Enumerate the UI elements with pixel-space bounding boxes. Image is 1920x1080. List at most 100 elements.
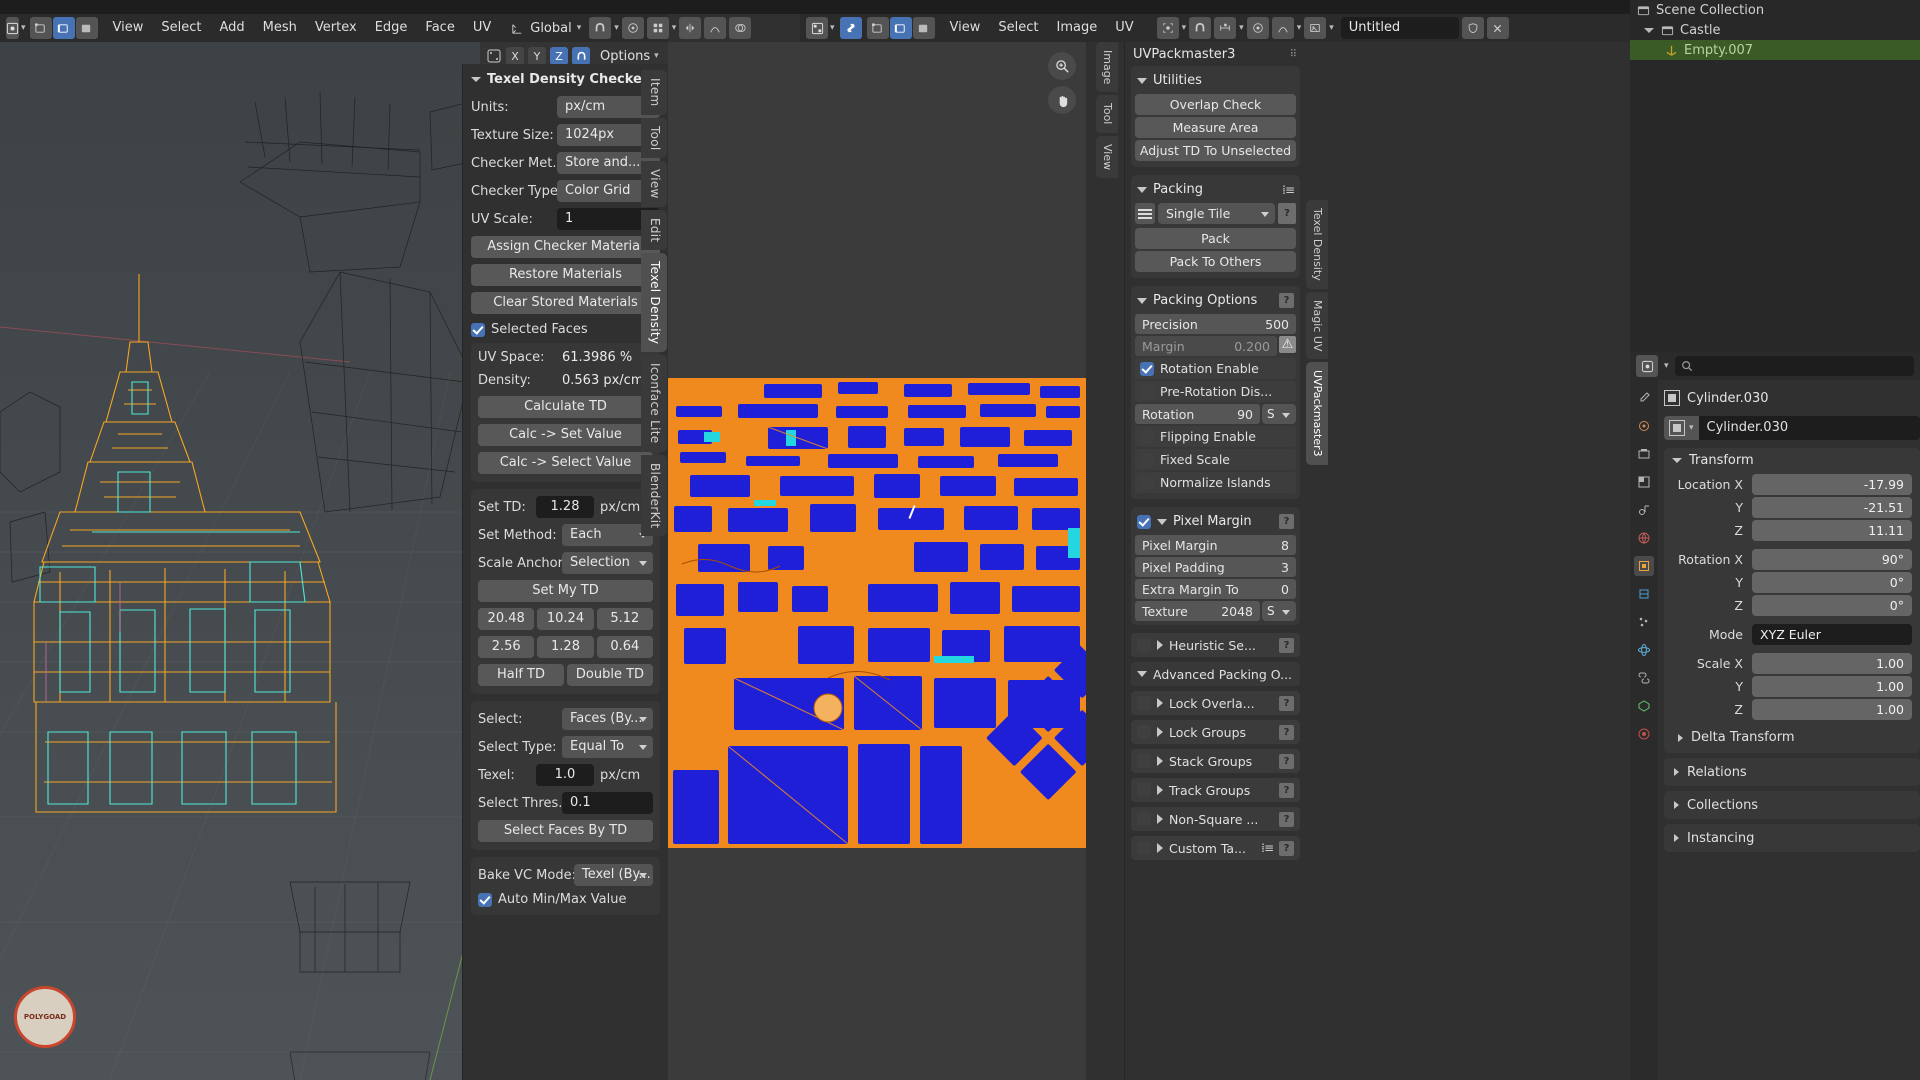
pack-button[interactable]: Pack bbox=[1135, 228, 1296, 249]
track-groups-row[interactable]: Track Groups ? bbox=[1131, 778, 1300, 802]
chevron-right-icon[interactable] bbox=[1674, 834, 1679, 842]
viewport-header[interactable]: ▾ View Select Add Mesh Vertex Edge Face … bbox=[0, 14, 752, 42]
fixed-scale-checkbox[interactable] bbox=[1140, 452, 1154, 467]
sidebar-tab-texel-density[interactable]: Texel Density bbox=[641, 253, 667, 353]
tab-render[interactable] bbox=[1634, 416, 1654, 436]
scale-y-value[interactable]: 1.00 bbox=[1752, 676, 1912, 697]
triangle-right-icon[interactable] bbox=[1157, 698, 1163, 708]
td-preset-256[interactable]: 2.56 bbox=[478, 636, 535, 658]
uv-editor-type-chevron-icon[interactable]: ▾ bbox=[830, 23, 835, 33]
flipping-enable-row[interactable]: Flipping Enable bbox=[1135, 426, 1296, 447]
uv-rail-tab-tool[interactable]: Tool bbox=[1096, 95, 1118, 133]
uv-rail[interactable]: Image Tool View bbox=[1086, 42, 1124, 1080]
packing-options-header[interactable]: Packing Options ? bbox=[1135, 290, 1296, 314]
precision-row[interactable]: Precision 500 bbox=[1135, 314, 1296, 334]
collections-panel[interactable]: Collections bbox=[1664, 791, 1920, 819]
help-icon[interactable]: ? bbox=[1279, 724, 1294, 740]
object-name-value[interactable]: Cylinder.030 bbox=[1698, 416, 1920, 440]
menu-add[interactable]: Add bbox=[211, 17, 254, 39]
proportional-edit-icon[interactable] bbox=[621, 17, 644, 39]
pre-rotation-checkbox[interactable] bbox=[1140, 384, 1154, 399]
lock-overlapping-row[interactable]: Lock Overla... ? bbox=[1131, 691, 1300, 715]
properties-tab-column[interactable] bbox=[1630, 380, 1658, 1080]
unlink-x-icon[interactable] bbox=[1486, 17, 1509, 39]
uv-pivot-point-icon[interactable] bbox=[1156, 17, 1179, 39]
snap-target-chevron-icon[interactable]: ▾ bbox=[1239, 23, 1244, 33]
properties-body[interactable]: Cylinder.030 ▾ Cylinder.030 Transform Lo… bbox=[1658, 380, 1920, 1080]
grid-snap-icon[interactable] bbox=[646, 17, 669, 39]
pixel-margin-value-row[interactable]: Pixel Margin 8 bbox=[1135, 535, 1296, 555]
uv-falloff-curve-icon[interactable] bbox=[1271, 17, 1294, 39]
overlays-icon[interactable] bbox=[729, 17, 752, 39]
delta-transform-row[interactable]: Delta Transform bbox=[1672, 730, 1912, 745]
triangle-down-icon[interactable] bbox=[1137, 671, 1147, 677]
properties-editor[interactable]: ▾ Cylinder.030 ▾ Cylinder.030 Transform … bbox=[1630, 352, 1920, 1080]
edge-select-icon[interactable] bbox=[52, 17, 75, 39]
outliner-row-castle[interactable]: Castle bbox=[1630, 20, 1920, 40]
calculate-td-button[interactable]: Calculate TD bbox=[478, 396, 653, 418]
tab-physics[interactable] bbox=[1634, 640, 1654, 660]
scale-z-row[interactable]: Z 1.00 bbox=[1672, 699, 1912, 720]
clear-stored-materials-button[interactable]: Clear Stored Materials bbox=[471, 292, 660, 314]
extra-margin-to-row[interactable]: Extra Margin To 0 bbox=[1135, 579, 1296, 599]
uv-select-mode-group[interactable] bbox=[866, 17, 935, 39]
chevron-right-icon[interactable] bbox=[1678, 733, 1683, 742]
falloff-chevron-icon[interactable]: ▾ bbox=[1297, 23, 1302, 33]
menu-mesh[interactable]: Mesh bbox=[254, 17, 306, 39]
vertex-select-icon[interactable] bbox=[29, 17, 52, 39]
pre-rotation-row[interactable]: Pre-Rotation Dis... bbox=[1135, 381, 1296, 402]
upm-rail[interactable]: Texel Density Magic UV UVPackmaster3 bbox=[1306, 200, 1328, 468]
location-y-value[interactable]: -21.51 bbox=[1752, 497, 1912, 518]
tab-tool[interactable] bbox=[1634, 388, 1654, 408]
image-browse-chevron-icon[interactable]: ▾ bbox=[1329, 23, 1334, 33]
rotation-enable-row[interactable]: Rotation Enable bbox=[1135, 358, 1296, 379]
half-td-button[interactable]: Half TD bbox=[478, 664, 564, 686]
location-z-value[interactable]: 11.11 bbox=[1752, 520, 1912, 541]
help-icon[interactable]: ? bbox=[1279, 782, 1294, 798]
fake-user-shield-icon[interactable] bbox=[1461, 17, 1484, 39]
properties-header[interactable]: ▾ bbox=[1630, 352, 1920, 380]
adjust-td-to-unselected-button[interactable]: Adjust TD To Unselected bbox=[1135, 140, 1296, 161]
triangle-right-icon[interactable] bbox=[1157, 843, 1163, 853]
rotation-x-value[interactable]: 90° bbox=[1752, 549, 1912, 570]
bake-vc-mode-dropdown[interactable]: Texel (By... bbox=[574, 864, 653, 886]
help-icon[interactable]: ? bbox=[1279, 811, 1294, 827]
menu-uv[interactable]: UV bbox=[464, 17, 500, 39]
tab-scene[interactable] bbox=[1634, 500, 1654, 520]
selected-faces-checkbox[interactable] bbox=[471, 322, 485, 337]
scale-z-value[interactable]: 1.00 bbox=[1752, 699, 1912, 720]
triangle-right-icon[interactable] bbox=[1157, 727, 1163, 737]
sidebar-tab-item[interactable]: Item bbox=[641, 70, 667, 115]
triangle-right-icon[interactable] bbox=[1157, 814, 1163, 824]
uv-editor-tool-buttons[interactable] bbox=[1048, 52, 1076, 114]
uv-editor-type-icon[interactable] bbox=[806, 17, 828, 39]
uv-sync-selection-icon[interactable] bbox=[839, 17, 862, 39]
snap-magnet-icon[interactable] bbox=[589, 17, 612, 39]
chevron-down-icon[interactable] bbox=[471, 76, 481, 82]
flipping-enable-checkbox[interactable] bbox=[1140, 429, 1154, 444]
tab-constraints[interactable] bbox=[1634, 668, 1654, 688]
sidebar-tab-tool[interactable]: Tool bbox=[641, 117, 667, 159]
overlap-check-button[interactable]: Overlap Check bbox=[1135, 94, 1296, 115]
instancing-panel[interactable]: Instancing bbox=[1664, 824, 1920, 852]
set-td-input[interactable]: 1.28 bbox=[536, 496, 594, 518]
menu-face[interactable]: Face bbox=[416, 17, 463, 39]
rotation-x-row[interactable]: Rotation X 90° bbox=[1672, 549, 1912, 570]
packing-mode-dropdown[interactable]: Single Tile bbox=[1158, 203, 1275, 224]
auto-minmax-checkbox[interactable] bbox=[478, 892, 492, 907]
pixel-margin-header[interactable]: Pixel Margin ? bbox=[1135, 511, 1296, 535]
chevron-down-icon[interactable] bbox=[1644, 27, 1654, 33]
triangle-down-icon[interactable] bbox=[1157, 518, 1167, 525]
track-groups-checkbox[interactable] bbox=[1137, 783, 1151, 797]
select-faces-by-td-button[interactable]: Select Faces By TD bbox=[478, 820, 653, 842]
td-preset-512[interactable]: 5.12 bbox=[596, 608, 653, 630]
texel-density-panel-header[interactable]: Texel Density Checker bbox=[471, 68, 660, 90]
uv-rail-tab-view[interactable]: View bbox=[1096, 135, 1118, 178]
uv-face-select-icon[interactable] bbox=[912, 17, 935, 39]
object-type-selector[interactable]: ▾ bbox=[1664, 416, 1699, 440]
magnet-toggle-icon[interactable] bbox=[572, 47, 590, 65]
location-y-row[interactable]: Y -21.51 bbox=[1672, 497, 1912, 518]
hamburger-icon[interactable] bbox=[1135, 203, 1155, 224]
properties-search-input[interactable] bbox=[1674, 356, 1914, 376]
tab-particles[interactable] bbox=[1634, 612, 1654, 632]
